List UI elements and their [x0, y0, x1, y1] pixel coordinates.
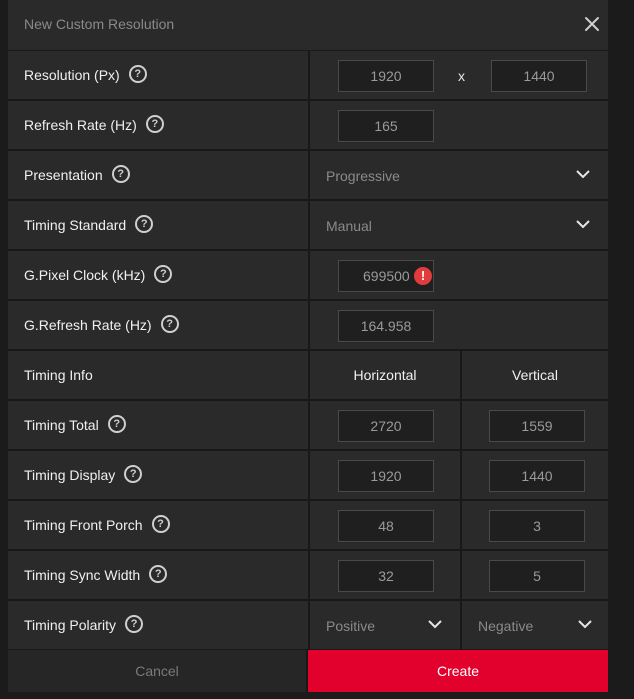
help-icon[interactable]: ? [135, 215, 154, 234]
horizontal-header: Horizontal [353, 367, 417, 383]
dialog-title: New Custom Resolution [24, 16, 175, 32]
timing-display-vertical-input[interactable]: 1440 [489, 460, 585, 492]
timing-standard-label: Timing Standard [24, 217, 127, 233]
cancel-button[interactable]: Cancel [8, 650, 306, 692]
resolution-width-input[interactable]: 1920 [338, 60, 434, 92]
timing-front-porch-vertical-input[interactable]: 3 [489, 510, 585, 542]
timing-display-horizontal-input[interactable]: 1920 [338, 460, 434, 492]
error-icon: ! [414, 267, 432, 285]
help-icon[interactable]: ? [128, 65, 147, 84]
help-icon[interactable]: ? [124, 465, 143, 484]
row-pixel-clock: G.Pixel Clock (kHz)? 699500 ! [8, 251, 608, 299]
row-timing-info: Timing Info Horizontal Vertical [8, 351, 608, 399]
resolution-height-input[interactable]: 1440 [491, 60, 587, 92]
row-timing-front-porch: Timing Front Porch? 48 3 [8, 501, 608, 549]
g-refresh-rate-value: 164.958 [338, 310, 434, 342]
row-refresh-rate: Refresh Rate (Hz)? 165 [8, 101, 608, 149]
pixel-clock-label: G.Pixel Clock (kHz) [24, 267, 146, 283]
timing-total-horizontal-input[interactable]: 2720 [338, 410, 434, 442]
help-icon[interactable]: ? [111, 165, 130, 184]
timing-front-porch-label: Timing Front Porch [24, 517, 143, 533]
polarity-vertical-selected: Negative [478, 618, 534, 634]
new-custom-resolution-dialog: New Custom Resolution Resolution (Px)? 1… [8, 0, 608, 692]
pixel-clock-input[interactable]: 699500 ! [338, 260, 434, 292]
timing-standard-selected: Manual [326, 218, 372, 234]
help-icon[interactable]: ? [145, 115, 164, 134]
timing-total-label: Timing Total [24, 417, 99, 433]
help-icon[interactable]: ? [125, 615, 144, 634]
help-icon[interactable]: ? [151, 515, 170, 534]
presentation-selected: Progressive [326, 168, 400, 184]
timing-sync-width-vertical-input[interactable]: 5 [489, 560, 585, 592]
timing-standard-select[interactable]: Manual [310, 201, 608, 249]
help-icon[interactable]: ? [160, 315, 179, 334]
row-timing-display: Timing Display? 1920 1440 [8, 451, 608, 499]
timing-info-label: Timing Info [24, 367, 93, 383]
timing-front-porch-horizontal-input[interactable]: 48 [338, 510, 434, 542]
chevron-down-icon [576, 220, 590, 229]
row-timing-polarity: Timing Polarity? Positive Negative [8, 601, 608, 649]
timing-polarity-label: Timing Polarity [24, 617, 117, 633]
timing-sync-width-horizontal-input[interactable]: 32 [338, 560, 434, 592]
resolution-separator: x [458, 68, 465, 84]
timing-sync-width-label: Timing Sync Width [24, 567, 141, 583]
row-presentation: Presentation? Progressive [8, 151, 608, 199]
chevron-down-icon [576, 170, 590, 179]
help-icon[interactable]: ? [149, 565, 168, 584]
pixel-clock-value: 699500 [363, 268, 410, 284]
help-icon[interactable]: ? [107, 415, 126, 434]
close-icon[interactable] [583, 15, 601, 33]
row-g-refresh-rate: G.Refresh Rate (Hz)? 164.958 [8, 301, 608, 349]
polarity-horizontal-selected: Positive [326, 618, 376, 634]
row-resolution: Resolution (Px)? 1920 x 1440 [8, 51, 608, 99]
vertical-header: Vertical [512, 367, 558, 383]
help-icon[interactable]: ? [154, 265, 173, 284]
presentation-label: Presentation [24, 167, 103, 183]
chevron-down-icon [578, 620, 592, 629]
chevron-down-icon [428, 620, 442, 629]
dialog-titlebar: New Custom Resolution [8, 0, 608, 51]
polarity-horizontal-select[interactable]: Positive [310, 601, 460, 649]
polarity-vertical-select[interactable]: Negative [462, 601, 608, 649]
row-timing-sync-width: Timing Sync Width? 32 5 [8, 551, 608, 599]
row-timing-total: Timing Total? 2720 1559 [8, 401, 608, 449]
row-timing-standard: Timing Standard? Manual [8, 201, 608, 249]
refresh-rate-label: Refresh Rate (Hz) [24, 117, 137, 133]
timing-display-label: Timing Display [24, 467, 116, 483]
refresh-rate-input[interactable]: 165 [338, 110, 434, 142]
timing-total-vertical-input[interactable]: 1559 [489, 410, 585, 442]
presentation-select[interactable]: Progressive [310, 151, 608, 199]
create-button[interactable]: Create [308, 650, 608, 692]
resolution-label: Resolution (Px) [24, 67, 120, 83]
g-refresh-rate-label: G.Refresh Rate (Hz) [24, 317, 152, 333]
